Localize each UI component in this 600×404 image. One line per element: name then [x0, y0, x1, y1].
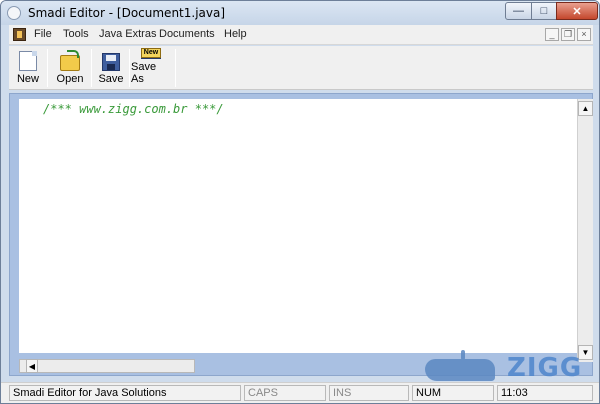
- save-as-button-label: Save As: [131, 61, 157, 85]
- save-button[interactable]: Save: [97, 48, 125, 88]
- toolbar-separator: [47, 49, 48, 87]
- menu-java-extras[interactable]: Java Extras: [99, 28, 156, 40]
- new-button-label: New: [16, 73, 39, 85]
- whale-logo-icon: [425, 350, 495, 381]
- save-as-icon: New: [141, 48, 161, 59]
- save-button-label: Save: [98, 73, 124, 85]
- new-button[interactable]: New: [13, 48, 43, 88]
- new-document-icon: [19, 51, 37, 71]
- status-ins: INS: [329, 385, 409, 401]
- status-caps: CAPS: [244, 385, 326, 401]
- scroll-left-button[interactable]: ◀: [26, 359, 38, 373]
- toolbar-separator: [129, 49, 130, 87]
- menu-bar: File Tools Java Extras Documents Help _ …: [9, 25, 593, 45]
- save-as-badge: New: [141, 48, 161, 58]
- status-num: NUM: [412, 385, 494, 401]
- editor-window: Smadi Editor - [Document1.java] — □ ✕ Fi…: [0, 0, 600, 404]
- open-folder-icon: [60, 50, 80, 71]
- minimize-button[interactable]: —: [505, 2, 532, 20]
- title-bar[interactable]: Smadi Editor - [Document1.java] — □ ✕: [1, 1, 599, 25]
- floppy-disk-icon: [102, 53, 120, 71]
- vertical-scrollbar[interactable]: ▲ ▼: [577, 99, 593, 362]
- document-menu-icon[interactable]: [13, 28, 26, 41]
- code-editor[interactable]: /*** www.zigg.com.br ***/: [19, 99, 577, 353]
- open-button-label: Open: [56, 73, 84, 85]
- scroll-up-button[interactable]: ▲: [578, 101, 593, 116]
- menu-tools[interactable]: Tools: [63, 28, 89, 40]
- code-line: /*** www.zigg.com.br ***/: [43, 102, 224, 116]
- mdi-close-button[interactable]: ×: [577, 28, 591, 41]
- mdi-minimize-button[interactable]: _: [545, 28, 559, 41]
- toolbar-separator: [91, 49, 92, 87]
- app-icon: [7, 6, 21, 20]
- watermark-text: ZIGG: [507, 353, 583, 383]
- status-message: Smadi Editor for Java Solutions: [9, 385, 241, 401]
- close-button[interactable]: ✕: [556, 2, 598, 20]
- status-bar: Smadi Editor for Java Solutions CAPS INS…: [1, 382, 599, 403]
- maximize-button[interactable]: □: [531, 2, 557, 20]
- toolbar: New Open Save New Save As: [9, 46, 593, 90]
- save-as-button[interactable]: New Save As: [131, 48, 171, 88]
- horizontal-scrollbar[interactable]: ◀: [19, 359, 195, 373]
- window-title: Smadi Editor - [Document1.java]: [28, 6, 226, 20]
- open-button[interactable]: Open: [53, 48, 87, 88]
- editor-frame: /*** www.zigg.com.br ***/ ▲ ▼ ◀: [9, 93, 593, 376]
- menu-file[interactable]: File: [34, 28, 52, 40]
- mdi-restore-button[interactable]: ❐: [561, 28, 575, 41]
- menu-help[interactable]: Help: [224, 28, 247, 40]
- toolbar-separator: [175, 49, 176, 87]
- menu-documents[interactable]: Documents: [159, 28, 215, 40]
- status-time: 11:03: [497, 385, 593, 401]
